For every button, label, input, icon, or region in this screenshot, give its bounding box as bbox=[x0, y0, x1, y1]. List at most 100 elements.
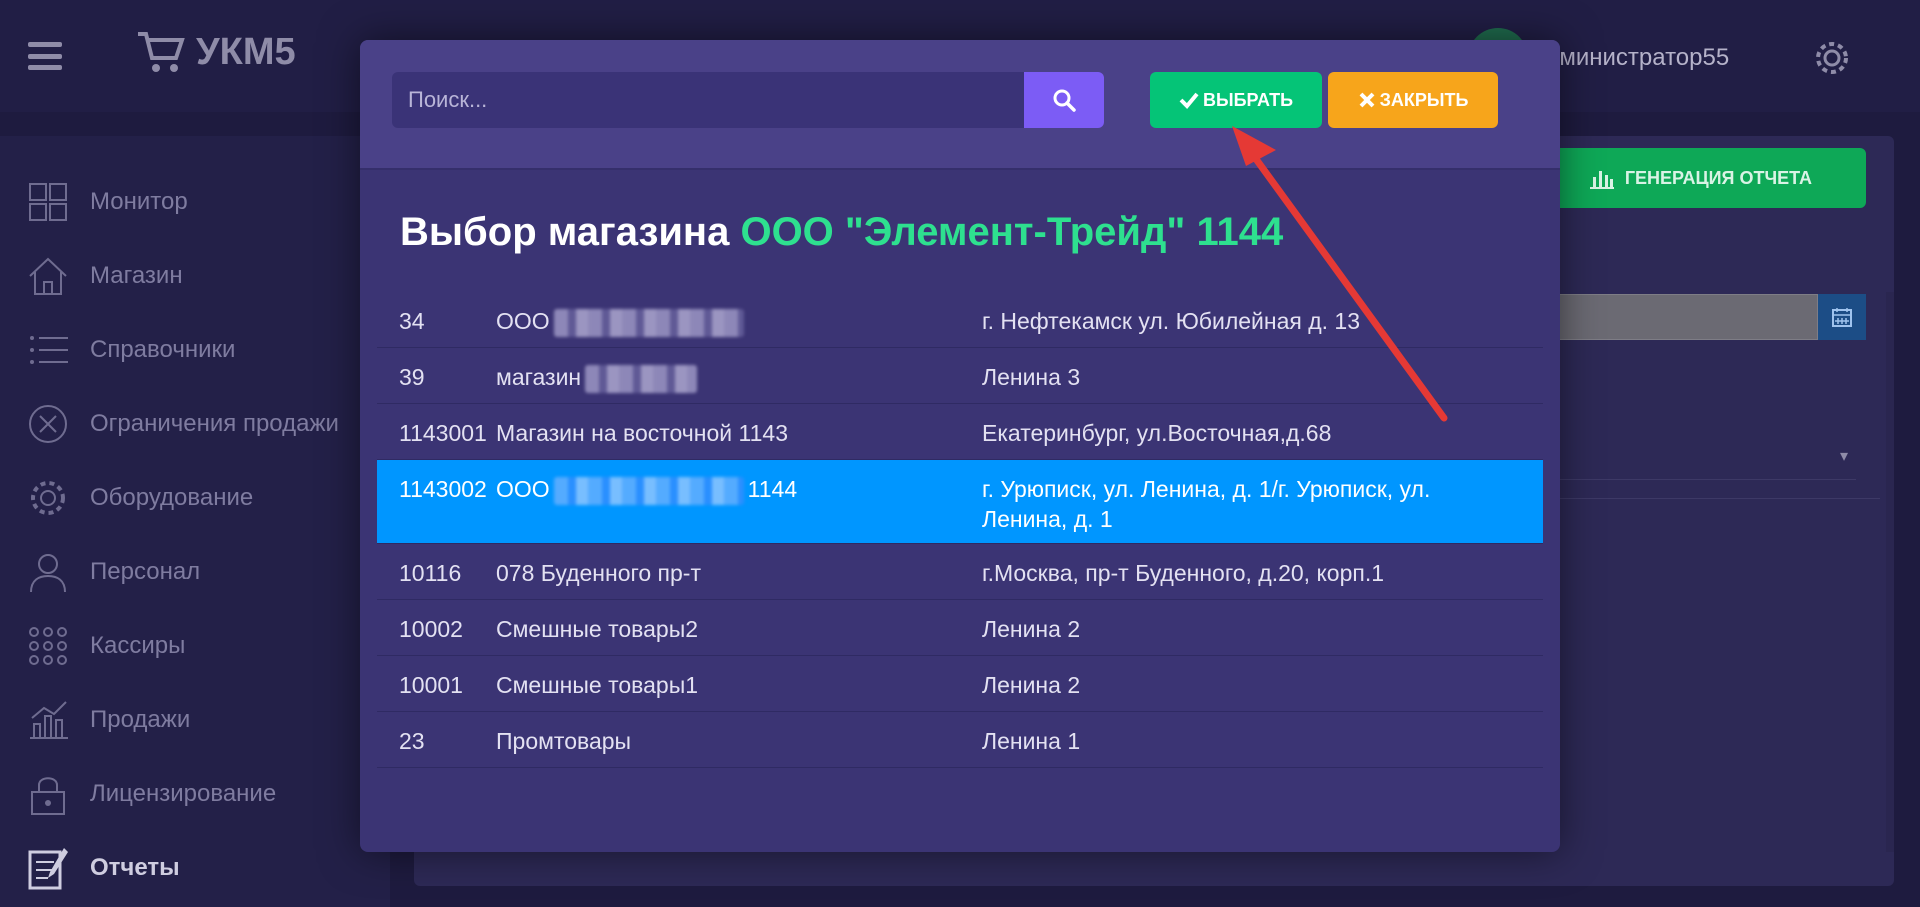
search-input[interactable] bbox=[392, 72, 1024, 128]
scrollbar[interactable] bbox=[1886, 292, 1894, 852]
table-row-selected[interactable]: 1143002 ООО 1144 г. Урюписк, ул. Ленина, … bbox=[377, 460, 1543, 544]
shop-name: магазин bbox=[496, 362, 701, 393]
sidebar-item-staff[interactable]: Персонал bbox=[0, 544, 390, 600]
shop-name-text: магазин bbox=[496, 364, 582, 390]
shop-address: г.Москва, пр-т Буденного, д.20, корп.1 bbox=[982, 560, 1385, 586]
modal-title: Выбор магазина ООО "Элемент-Трейд" 1144 bbox=[400, 210, 1283, 255]
shop-address: Ленина 2 bbox=[982, 616, 1081, 642]
sidebar-item-monitor[interactable]: Монитор bbox=[0, 174, 390, 230]
bar-chart-icon bbox=[1589, 171, 1614, 189]
shop-address: Ленина 1 bbox=[982, 728, 1081, 754]
user-name[interactable]: администратор55 bbox=[1532, 44, 1729, 72]
shop-name-text: ООО bbox=[496, 476, 550, 502]
sidebar-item-label: Кассиры bbox=[90, 632, 186, 659]
sidebar-item-label: Продажи bbox=[90, 706, 191, 733]
sidebar-item-label: Справочники bbox=[90, 336, 236, 363]
grid-icon bbox=[29, 183, 67, 221]
sidebar-item-label: Монитор bbox=[90, 188, 188, 215]
table-row[interactable]: 10116 078 Буденного пр-т г.Москва, пр-т … bbox=[377, 544, 1543, 600]
check-icon bbox=[1179, 92, 1199, 109]
sidebar-item-label: Магазин bbox=[90, 262, 183, 289]
shop-name-text: ООО bbox=[496, 308, 550, 334]
search-icon bbox=[1053, 89, 1076, 112]
sidebar-item-reports[interactable]: Отчеты bbox=[0, 840, 390, 896]
redacted-text bbox=[553, 476, 744, 505]
sidebar-item-label: Лицензирование bbox=[90, 780, 277, 807]
sidebar: Монитор Магазин Справочники Ограничения … bbox=[0, 136, 390, 907]
generate-report-label: ГЕНЕРАЦИЯ ОТЧЕТА bbox=[1624, 167, 1812, 188]
calendar-icon bbox=[1832, 308, 1852, 327]
shop-name: Магазин на восточной 1143 bbox=[496, 420, 788, 446]
date-input[interactable] bbox=[1540, 294, 1818, 340]
sidebar-item-references[interactable]: Справочники bbox=[0, 322, 390, 378]
shop-name: Смешные товары2 bbox=[496, 616, 699, 642]
shop-address: Екатеринбург, ул.Восточная,д.68 bbox=[982, 420, 1332, 446]
shop-id: 10002 bbox=[399, 616, 463, 642]
table-row[interactable]: 34 ООО г. Нефтекамск ул. Юбилейная д. 13 bbox=[377, 292, 1543, 348]
shop-name: Смешные товары1 bbox=[496, 672, 699, 698]
lock-icon bbox=[31, 777, 65, 815]
shop-id: 10001 bbox=[399, 672, 463, 698]
shop-name: ООО bbox=[496, 306, 748, 337]
gear-icon bbox=[31, 481, 65, 515]
sidebar-item-label: Персонал bbox=[90, 558, 201, 585]
sidebar-item-cashiers[interactable]: Кассиры bbox=[0, 618, 390, 674]
search-button[interactable] bbox=[1024, 72, 1104, 128]
shop-id: 39 bbox=[399, 364, 425, 390]
calendar-button[interactable] bbox=[1818, 294, 1866, 340]
sidebar-item-equipment[interactable]: Оборудование bbox=[0, 470, 390, 526]
shop-id: 1143002 bbox=[399, 476, 487, 502]
sidebar-item-licensing[interactable]: Лицензирование bbox=[0, 766, 390, 822]
app-logo: УКМ5 bbox=[136, 30, 296, 74]
table-row[interactable]: 10002 Смешные товары2 Ленина 2 bbox=[377, 600, 1543, 656]
hamburger-menu-icon[interactable] bbox=[28, 42, 62, 70]
shop-id: 1143001 bbox=[399, 420, 487, 446]
redacted-text bbox=[585, 364, 698, 393]
select-dropdown[interactable]: ▾ bbox=[1540, 434, 1856, 480]
bar-chart-icon bbox=[30, 701, 68, 739]
sidebar-item-sale-restrictions[interactable]: Ограничения продажи bbox=[0, 396, 390, 452]
shop-address: г. Урюписк, ул. Ленина, д. 1/г. Урюписк,… bbox=[982, 476, 1431, 532]
person-icon bbox=[30, 554, 66, 593]
shop-name-suffix: 1144 bbox=[747, 476, 798, 502]
table-row[interactable]: 1143001 Магазин на восточной 1143 Екатер… bbox=[377, 404, 1543, 460]
shop-address: г. Нефтекамск ул. Юбилейная д. 13 bbox=[982, 308, 1361, 334]
close-button-label: ЗАКРЫТЬ bbox=[1379, 89, 1469, 110]
table-row[interactable]: 10001 Смешные товары1 Ленина 2 bbox=[377, 656, 1543, 712]
select-button[interactable]: ВЫБРАТЬ bbox=[1150, 72, 1322, 128]
shop-address: Ленина 2 bbox=[982, 672, 1081, 698]
settings-gear-icon[interactable] bbox=[1812, 38, 1852, 78]
shop-name: 078 Буденного пр-т bbox=[496, 560, 702, 586]
sidebar-item-sales[interactable]: Продажи bbox=[0, 692, 390, 748]
list-icon bbox=[30, 336, 68, 364]
sidebar-item-label: Отчеты bbox=[90, 854, 180, 881]
modal-header: ВЫБРАТЬ ЗАКРЫТЬ bbox=[360, 40, 1560, 170]
redacted-text bbox=[553, 308, 744, 337]
table-row[interactable]: 23 Промтовары Ленина 1 bbox=[377, 712, 1543, 768]
shop-table: 34 ООО г. Нефтекамск ул. Юбилейная д. 13… bbox=[377, 292, 1543, 768]
report-icon bbox=[28, 848, 68, 890]
cart-icon bbox=[138, 32, 185, 72]
generate-report-button[interactable]: ГЕНЕРАЦИЯ ОТЧЕТА bbox=[1540, 148, 1866, 208]
close-button[interactable]: ЗАКРЫТЬ bbox=[1328, 72, 1498, 128]
shop-name: ООО 1144 bbox=[496, 474, 797, 505]
shop-name: Промтовары bbox=[496, 728, 632, 754]
shop-id: 10116 bbox=[399, 560, 462, 586]
select-button-label: ВЫБРАТЬ bbox=[1202, 89, 1294, 110]
circle-x-icon bbox=[29, 405, 67, 443]
divider bbox=[1540, 498, 1880, 499]
house-icon bbox=[29, 257, 67, 295]
shop-id: 34 bbox=[399, 308, 425, 334]
selected-shop-name: ООО "Элемент-Трейд" 1144 bbox=[740, 210, 1284, 254]
sidebar-item-label: Ограничения продажи bbox=[90, 410, 339, 437]
close-icon bbox=[1359, 92, 1374, 108]
logo-text: УКМ5 bbox=[196, 30, 296, 73]
shop-select-modal: ВЫБРАТЬ ЗАКРЫТЬ Выбор магазина ООО "Элем… bbox=[360, 40, 1560, 852]
modal-title-prefix: Выбор магазина bbox=[400, 210, 730, 254]
table-row[interactable]: 39 магазин Ленина 3 bbox=[377, 348, 1543, 404]
dots-grid-icon bbox=[29, 627, 67, 665]
sidebar-item-label: Оборудование bbox=[90, 484, 254, 511]
caret-down-icon: ▾ bbox=[1839, 448, 1848, 465]
sidebar-item-shop[interactable]: Магазин bbox=[0, 248, 390, 304]
shop-id: 23 bbox=[399, 728, 425, 754]
